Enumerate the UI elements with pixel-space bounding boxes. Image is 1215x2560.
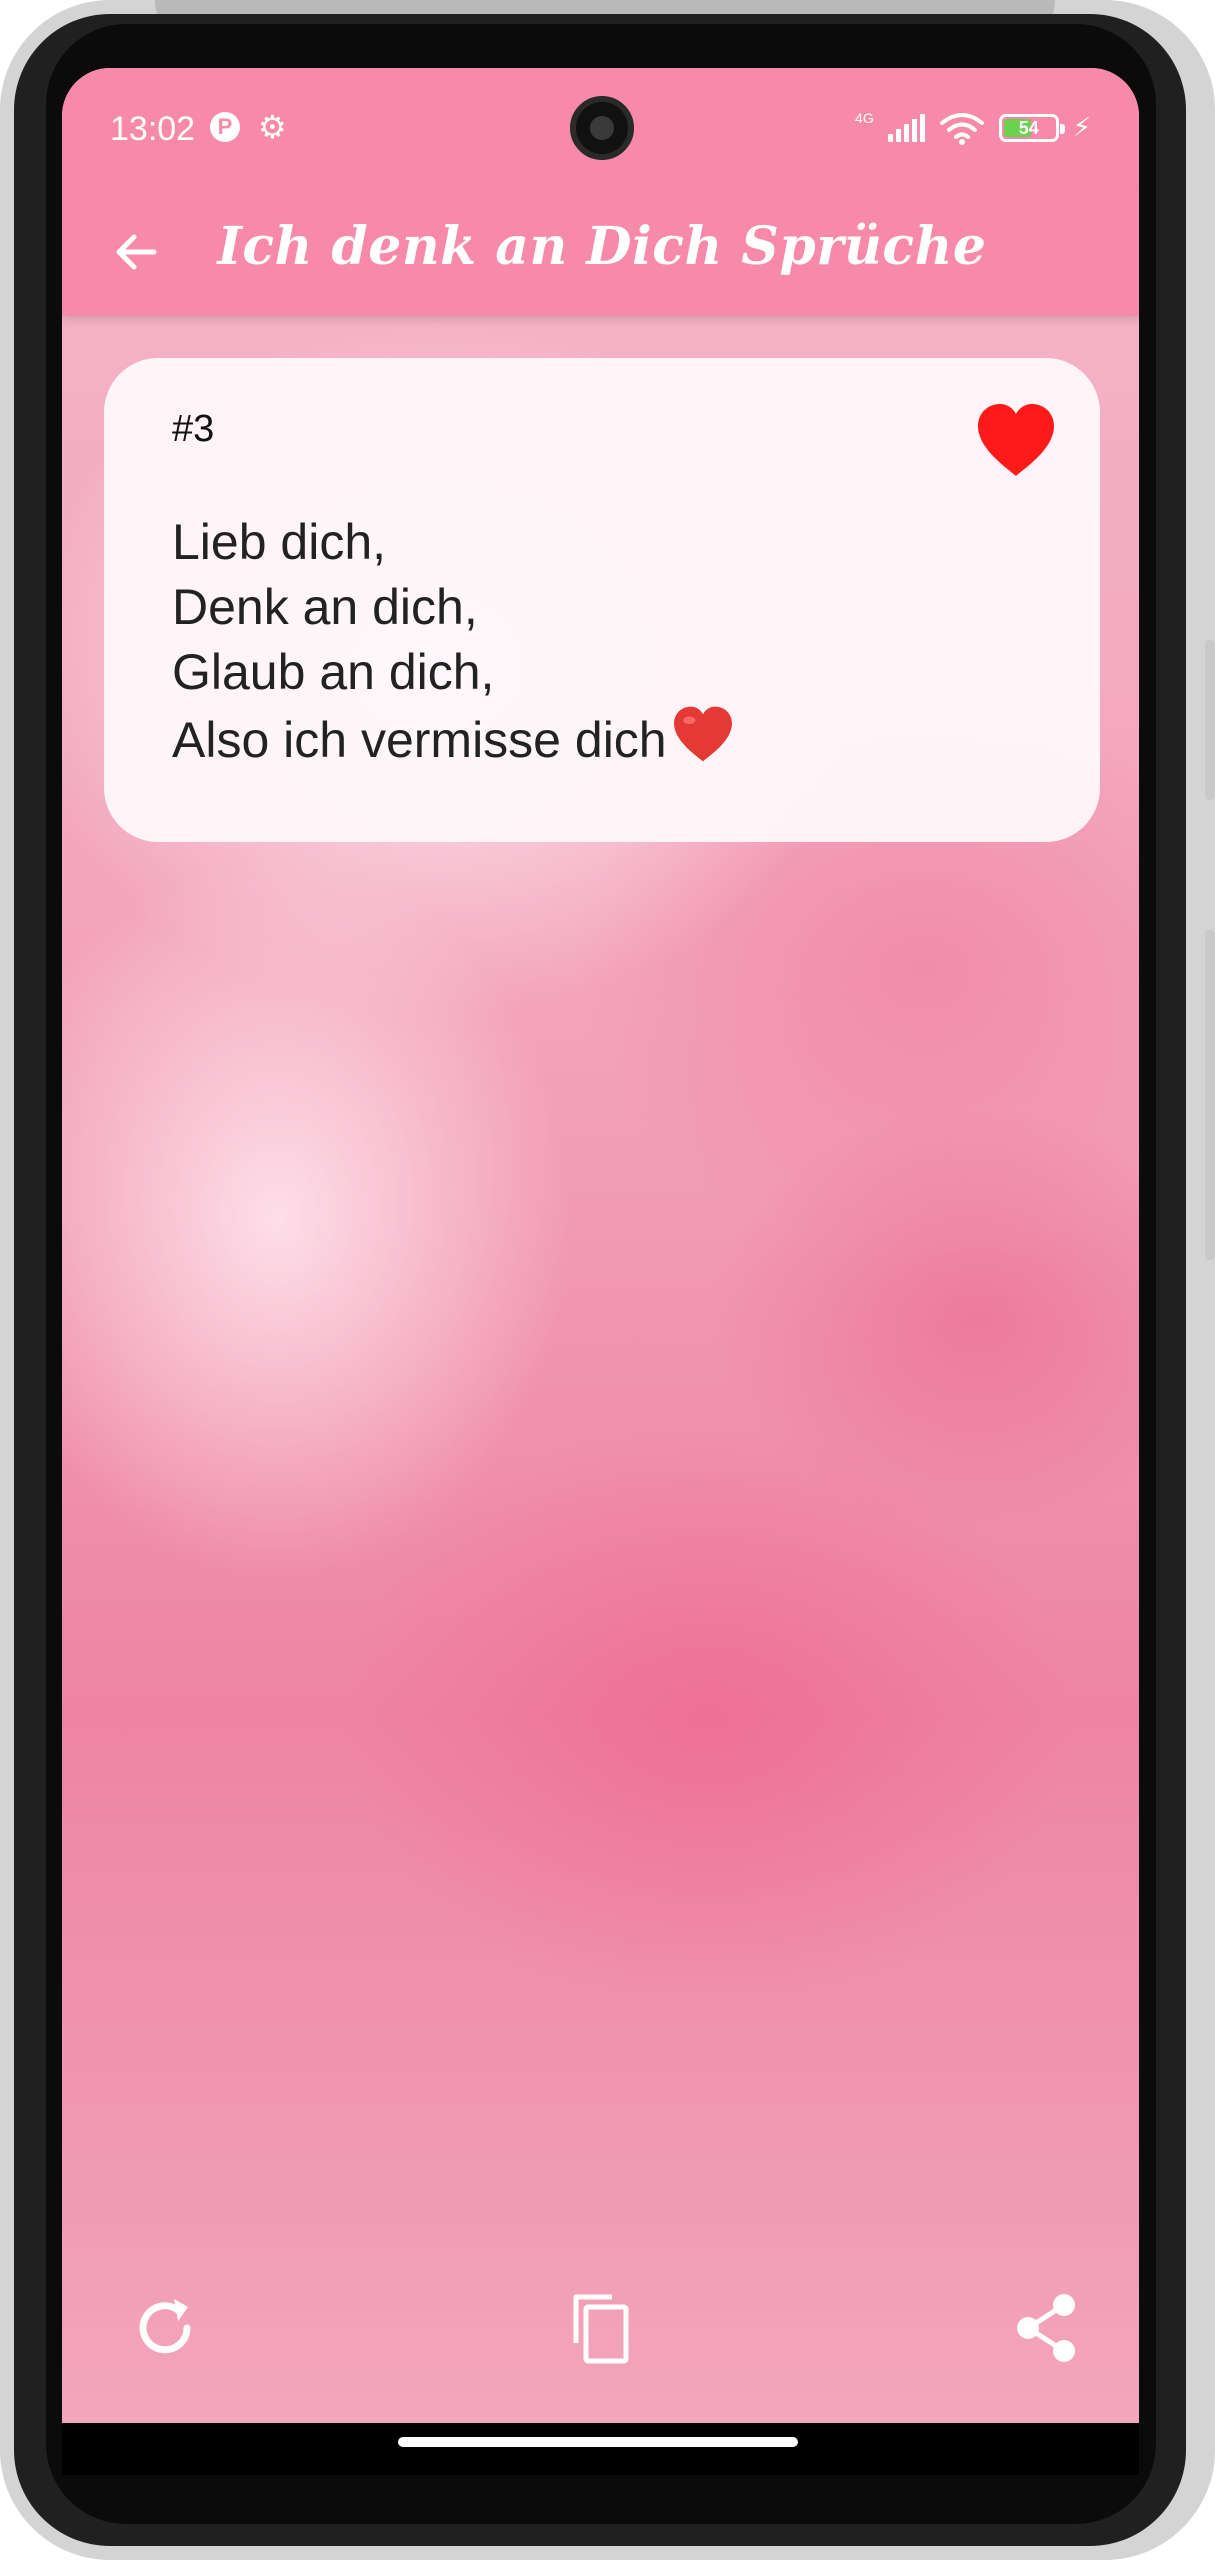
quote-number: #3 (172, 408, 215, 450)
share-icon (1017, 2294, 1075, 2362)
parking-notification-icon: P (210, 112, 240, 142)
refresh-icon (139, 2299, 191, 2354)
heart-icon (978, 404, 1054, 476)
settings-notification-icon: ⚙ (258, 108, 287, 146)
power-button (1205, 930, 1215, 1260)
volume-button (1205, 640, 1215, 800)
favorite-button[interactable] (974, 402, 1058, 478)
page-title: Ich denk an Dich Sprüche (217, 216, 987, 277)
front-camera (570, 96, 634, 160)
back-button[interactable] (102, 218, 170, 286)
bottom-action-bar (62, 2283, 1139, 2393)
status-bar: 13:02 P ⚙ 4G 54 ⚡ (62, 68, 1139, 188)
share-button[interactable] (1002, 2283, 1092, 2373)
quote-line-with-emoji: Also ich vermisse dich (172, 705, 1052, 773)
status-indicators: 4G 54 ⚡ (855, 108, 1091, 148)
quote-text: Lieb dich, Denk an dich, Glaub an dich, … (172, 510, 1052, 773)
battery-level: 54 (1018, 118, 1039, 138)
red-heart-emoji (673, 706, 732, 762)
app-screen: 13:02 P ⚙ 4G 54 ⚡ Ich denk an Dich Sprüc… (62, 68, 1139, 2423)
wifi-icon (939, 113, 984, 145)
navigation-bar (62, 2423, 1139, 2475)
quote-line: Lieb dich, (172, 514, 387, 570)
copy-button[interactable] (556, 2283, 646, 2373)
charging-icon: ⚡ (1072, 113, 1091, 143)
quote-card: #3 Lieb dich, Denk an dich, Glaub an dic… (104, 358, 1100, 842)
network-type-label: 4G (855, 110, 874, 126)
quote-line: Also ich vermisse dich (172, 712, 667, 768)
refresh-button[interactable] (120, 2283, 210, 2373)
arrow-left-icon (116, 234, 157, 270)
status-time: 13:02 (110, 110, 196, 148)
quote-line: Denk an dich, (172, 579, 478, 635)
signal-icon (887, 114, 925, 142)
home-indicator[interactable] (398, 2437, 798, 2447)
quote-line: Glaub an dich, (172, 644, 495, 700)
copy-icon (573, 2294, 629, 2364)
app-bar: Ich denk an Dich Sprüche (62, 188, 1139, 316)
battery-icon: 54 (998, 114, 1065, 142)
